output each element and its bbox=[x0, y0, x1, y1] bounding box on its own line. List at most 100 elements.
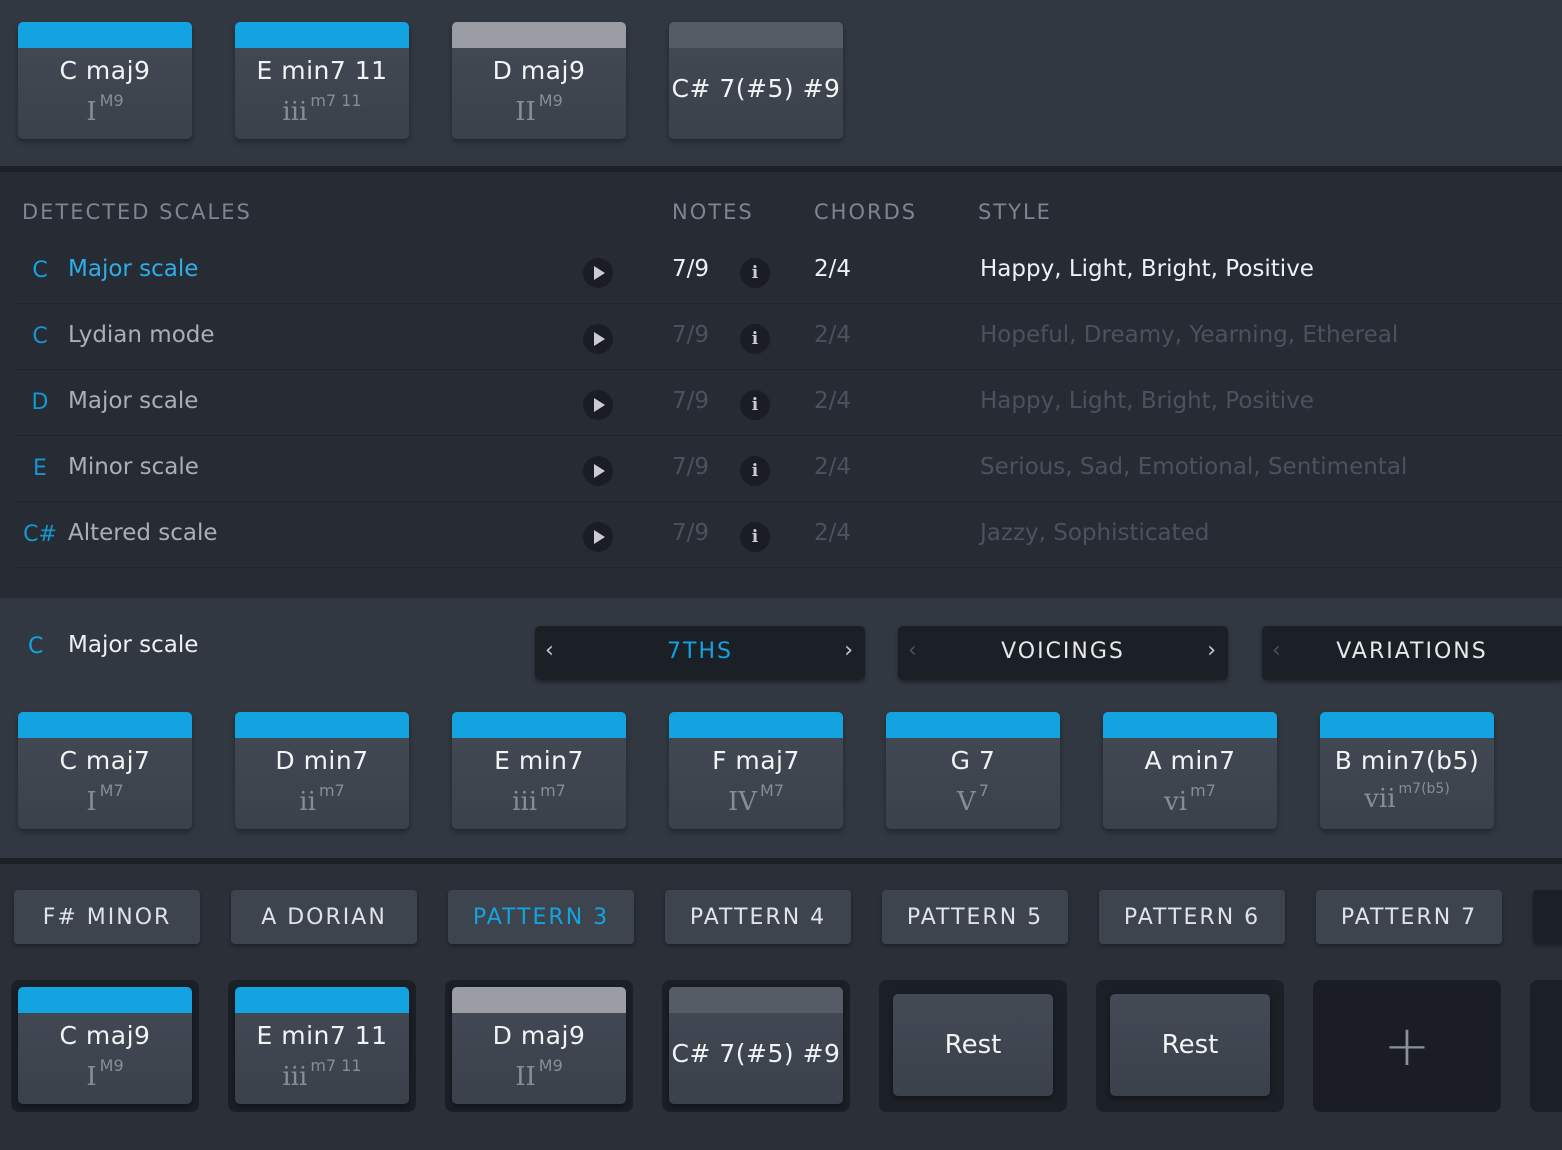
selector-7ths[interactable]: ‹ 7THS › bbox=[535, 626, 865, 680]
sequence-slot[interactable]: C maj9 I M9 bbox=[11, 980, 199, 1112]
chord-degree: iii m7 11 bbox=[282, 1056, 362, 1092]
selected-scale-key: C bbox=[28, 634, 44, 659]
chord-name: D maj9 bbox=[492, 56, 586, 85]
chord-band bbox=[886, 712, 1060, 738]
scroll-fade bbox=[0, 564, 1562, 598]
sequence-slot-next[interactable] bbox=[1530, 980, 1562, 1112]
scale-key: C# bbox=[23, 522, 57, 547]
chord-degree: vi m7 bbox=[1164, 781, 1216, 817]
pattern-tab[interactable]: PATTERN 7 bbox=[1316, 890, 1502, 944]
selector-label: 7THS bbox=[667, 639, 733, 664]
info-icon[interactable]: i bbox=[740, 390, 770, 420]
chord-name: E min7 11 bbox=[256, 56, 388, 85]
chord-degree: ii m7 bbox=[299, 781, 345, 817]
chevron-right-icon[interactable]: › bbox=[844, 638, 853, 663]
scale-row[interactable]: C# Altered scale 7/9 i 2/4 Jazzy, Sophis… bbox=[14, 502, 1562, 568]
play-icon[interactable] bbox=[583, 456, 613, 486]
patterns-panel: F# MINOR A DORIAN PATTERN 3 PATTERN 4 PA… bbox=[0, 864, 1562, 1150]
scale-style: Jazzy, Sophisticated bbox=[980, 520, 1210, 546]
selector-label: VOICINGS bbox=[1001, 639, 1125, 664]
info-icon[interactable]: i bbox=[740, 324, 770, 354]
chord-degree: iii m7 11 bbox=[282, 91, 362, 127]
scale-chord-5[interactable]: G 7 V7 bbox=[886, 712, 1060, 829]
pattern-tab-active[interactable]: PATTERN 3 bbox=[448, 890, 634, 944]
scale-row[interactable]: C Lydian mode 7/9 i 2/4 Hopeful, Dreamy,… bbox=[14, 304, 1562, 370]
chord-name: E min7 bbox=[494, 746, 584, 775]
chord-band bbox=[235, 22, 409, 48]
scale-chord-2[interactable]: D min7 ii m7 bbox=[235, 712, 409, 829]
chord-band bbox=[452, 712, 626, 738]
rest-block[interactable]: Rest bbox=[893, 994, 1053, 1096]
progression-chord-3[interactable]: D maj9 II M9 bbox=[452, 22, 626, 139]
scale-row[interactable]: E Minor scale 7/9 i 2/4 Serious, Sad, Em… bbox=[14, 436, 1562, 502]
header-style: STYLE bbox=[978, 200, 1052, 224]
chord-band bbox=[235, 712, 409, 738]
scale-key: C bbox=[32, 258, 48, 283]
scale-chord-3[interactable]: E min7 iii m7 bbox=[452, 712, 626, 829]
pattern-tab[interactable]: A DORIAN bbox=[231, 890, 417, 944]
sequence-chord-4[interactable]: C# 7(#5) #9 bbox=[669, 987, 843, 1104]
scale-chord-1[interactable]: C maj7 I M7 bbox=[18, 712, 192, 829]
chord-degree: II M9 bbox=[515, 1056, 563, 1092]
scale-row[interactable]: C Major scale 7/9 i 2/4 Happy, Light, Br… bbox=[14, 238, 1562, 304]
pattern-tab[interactable]: F# MINOR bbox=[14, 890, 200, 944]
plus-icon: + bbox=[1383, 1013, 1431, 1079]
header-notes: NOTES bbox=[672, 200, 754, 224]
chord-name: D maj9 bbox=[492, 1021, 586, 1050]
selector-label: VARIATIONS bbox=[1336, 639, 1488, 664]
header-chords: CHORDS bbox=[814, 200, 918, 224]
scale-style: Happy, Light, Bright, Positive bbox=[980, 388, 1314, 414]
add-slot-button[interactable]: + bbox=[1313, 980, 1501, 1112]
sequence-chord-2[interactable]: E min7 11 iii m7 11 bbox=[235, 987, 409, 1104]
chord-name: E min7 11 bbox=[256, 1021, 388, 1050]
scale-chords: 2/4 bbox=[814, 388, 852, 414]
play-icon[interactable] bbox=[583, 522, 613, 552]
chord-name: C maj9 bbox=[59, 1021, 151, 1050]
sequence-slot[interactable]: Rest bbox=[879, 980, 1067, 1112]
scale-chords: 2/4 bbox=[814, 256, 852, 282]
scale-row[interactable]: D Major scale 7/9 i 2/4 Happy, Light, Br… bbox=[14, 370, 1562, 436]
info-icon[interactable]: i bbox=[740, 522, 770, 552]
scale-chord-7[interactable]: B min7(b5) vii m7(b5) bbox=[1320, 712, 1494, 829]
info-icon[interactable]: i bbox=[740, 456, 770, 486]
scale-chord-4[interactable]: F maj7 IV M7 bbox=[669, 712, 843, 829]
selector-voicings[interactable]: ‹ VOICINGS › bbox=[898, 626, 1228, 680]
sequence-chord-3[interactable]: D maj9 II M9 bbox=[452, 987, 626, 1104]
rest-block[interactable]: Rest bbox=[1110, 994, 1270, 1096]
pattern-tab[interactable]: PATTERN 4 bbox=[665, 890, 851, 944]
chord-band bbox=[452, 987, 626, 1013]
scale-notes: 7/9 bbox=[672, 520, 710, 546]
progression-chord-1[interactable]: C maj9 I M9 bbox=[18, 22, 192, 139]
sequence-chord-1[interactable]: C maj9 I M9 bbox=[18, 987, 192, 1104]
chord-name: C# 7(#5) #9 bbox=[671, 1039, 841, 1068]
info-icon[interactable]: i bbox=[740, 258, 770, 288]
chord-degree: II M9 bbox=[515, 91, 563, 127]
chord-name: D min7 bbox=[275, 746, 369, 775]
sequence-slot[interactable]: D maj9 II M9 bbox=[445, 980, 633, 1112]
chord-degree: IV M7 bbox=[727, 781, 785, 817]
scale-style: Serious, Sad, Emotional, Sentimental bbox=[980, 454, 1408, 480]
play-icon[interactable] bbox=[583, 258, 613, 288]
pattern-tab[interactable]: PATTERN 5 bbox=[882, 890, 1068, 944]
progression-chord-2[interactable]: E min7 11 iii m7 11 bbox=[235, 22, 409, 139]
progression-chord-4[interactable]: C# 7(#5) #9 bbox=[669, 22, 843, 139]
chord-band bbox=[1320, 712, 1494, 738]
scale-chords: 2/4 bbox=[814, 454, 852, 480]
pattern-tab-next[interactable] bbox=[1533, 890, 1562, 944]
scale-key: D bbox=[31, 390, 49, 415]
pattern-tab[interactable]: PATTERN 6 bbox=[1099, 890, 1285, 944]
sequence-slot[interactable]: C# 7(#5) #9 bbox=[662, 980, 850, 1112]
scale-chords: 2/4 bbox=[814, 520, 852, 546]
play-icon[interactable] bbox=[583, 324, 613, 354]
play-icon[interactable] bbox=[583, 390, 613, 420]
chord-band bbox=[1103, 712, 1277, 738]
sequence-slot[interactable]: E min7 11 iii m7 11 bbox=[228, 980, 416, 1112]
chord-band bbox=[669, 987, 843, 1013]
chord-degree: iii m7 bbox=[512, 781, 566, 817]
scale-chord-6[interactable]: A min7 vi m7 bbox=[1103, 712, 1277, 829]
chevron-right-icon[interactable]: › bbox=[1207, 638, 1216, 663]
scale-notes: 7/9 bbox=[672, 454, 710, 480]
scale-name: Minor scale bbox=[68, 454, 199, 480]
selector-variations[interactable]: ‹ VARIATIONS bbox=[1262, 626, 1562, 680]
sequence-slot[interactable]: Rest bbox=[1096, 980, 1284, 1112]
